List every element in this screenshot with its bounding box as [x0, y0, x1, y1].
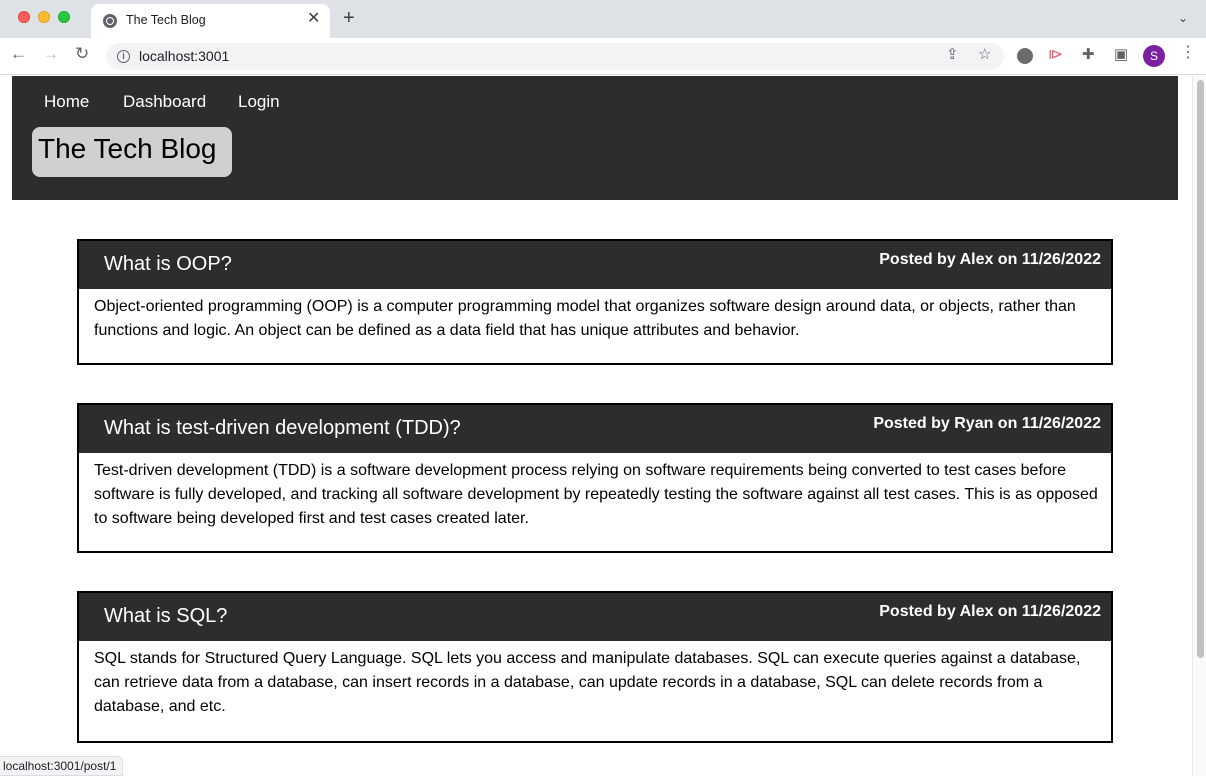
post-body: Object-oriented programming (OOP) is a c…: [94, 298, 1076, 339]
browser-tab-active[interactable]: The Tech Blog ✕: [91, 4, 330, 38]
post-title[interactable]: What is SQL?: [104, 605, 227, 628]
close-tab-icon[interactable]: ✕: [307, 11, 320, 27]
chevron-down-icon[interactable]: ⌄: [1178, 11, 1188, 25]
page-scrollbar[interactable]: [1192, 76, 1206, 776]
side-panel-icon[interactable]: ▣: [1114, 47, 1128, 62]
post-card[interactable]: What is test-driven development (TDD)? P…: [77, 403, 1113, 553]
post-title[interactable]: What is test-driven development (TDD)?: [104, 417, 461, 440]
post-body: SQL stands for Structured Query Language…: [94, 650, 1081, 715]
browser-menu-icon[interactable]: ⋮: [1180, 45, 1196, 61]
post-meta: Posted by Alex on 11/26/2022: [879, 251, 1101, 268]
site-header: Home Dashboard Login The Tech Blog: [12, 76, 1178, 200]
bookmark-star-icon[interactable]: ☆: [978, 47, 991, 62]
site-brand: The Tech Blog: [32, 127, 232, 177]
profile-avatar[interactable]: S: [1143, 45, 1165, 67]
site-info-icon[interactable]: i: [117, 50, 130, 63]
post-card[interactable]: What is OOP? Posted by Alex on 11/26/202…: [77, 239, 1113, 365]
tab-title: The Tech Blog: [126, 13, 206, 27]
post-body: Test-driven development (TDD) is a softw…: [94, 462, 1098, 527]
post-card[interactable]: What is SQL? Posted by Alex on 11/26/202…: [77, 591, 1113, 743]
reload-icon[interactable]: ↻: [75, 45, 89, 62]
post-header[interactable]: What is test-driven development (TDD)? P…: [79, 405, 1111, 453]
status-bar-url: localhost:3001/post/1: [0, 756, 124, 776]
maximize-window-button[interactable]: [58, 11, 70, 23]
url-text[interactable]: localhost:3001: [139, 48, 229, 64]
extensions-puzzle-icon[interactable]: ✚: [1082, 47, 1095, 62]
nav-dashboard-link[interactable]: Dashboard: [123, 92, 206, 112]
page-viewport: Home Dashboard Login The Tech Blog What …: [0, 76, 1192, 776]
site-title: The Tech Blog: [38, 133, 217, 164]
scrollbar-thumb[interactable]: [1197, 80, 1204, 658]
video-extension-icon[interactable]: ⧐: [1048, 47, 1063, 62]
post-meta: Posted by Ryan on 11/26/2022: [873, 415, 1101, 432]
minimize-window-button[interactable]: [38, 11, 50, 23]
post-meta: Posted by Alex on 11/26/2022: [879, 603, 1101, 620]
browser-tabstrip: The Tech Blog ✕ + ⌄: [0, 0, 1206, 38]
globe-icon: [103, 14, 117, 28]
nav-home-link[interactable]: Home: [44, 92, 89, 112]
post-title[interactable]: What is OOP?: [104, 253, 232, 276]
post-header[interactable]: What is SQL? Posted by Alex on 11/26/202…: [79, 593, 1111, 641]
post-header[interactable]: What is OOP? Posted by Alex on 11/26/202…: [79, 241, 1111, 289]
back-arrow-icon[interactable]: ←: [10, 45, 27, 62]
share-icon[interactable]: ⇪: [946, 47, 959, 62]
new-tab-button[interactable]: +: [343, 8, 355, 28]
nav-login-link[interactable]: Login: [238, 92, 280, 112]
close-window-button[interactable]: [18, 11, 30, 23]
extension-circle-icon[interactable]: [1017, 48, 1033, 64]
address-bar[interactable]: i localhost:3001 ⇪ ☆: [106, 43, 1004, 70]
forward-arrow-icon[interactable]: →: [42, 45, 59, 62]
